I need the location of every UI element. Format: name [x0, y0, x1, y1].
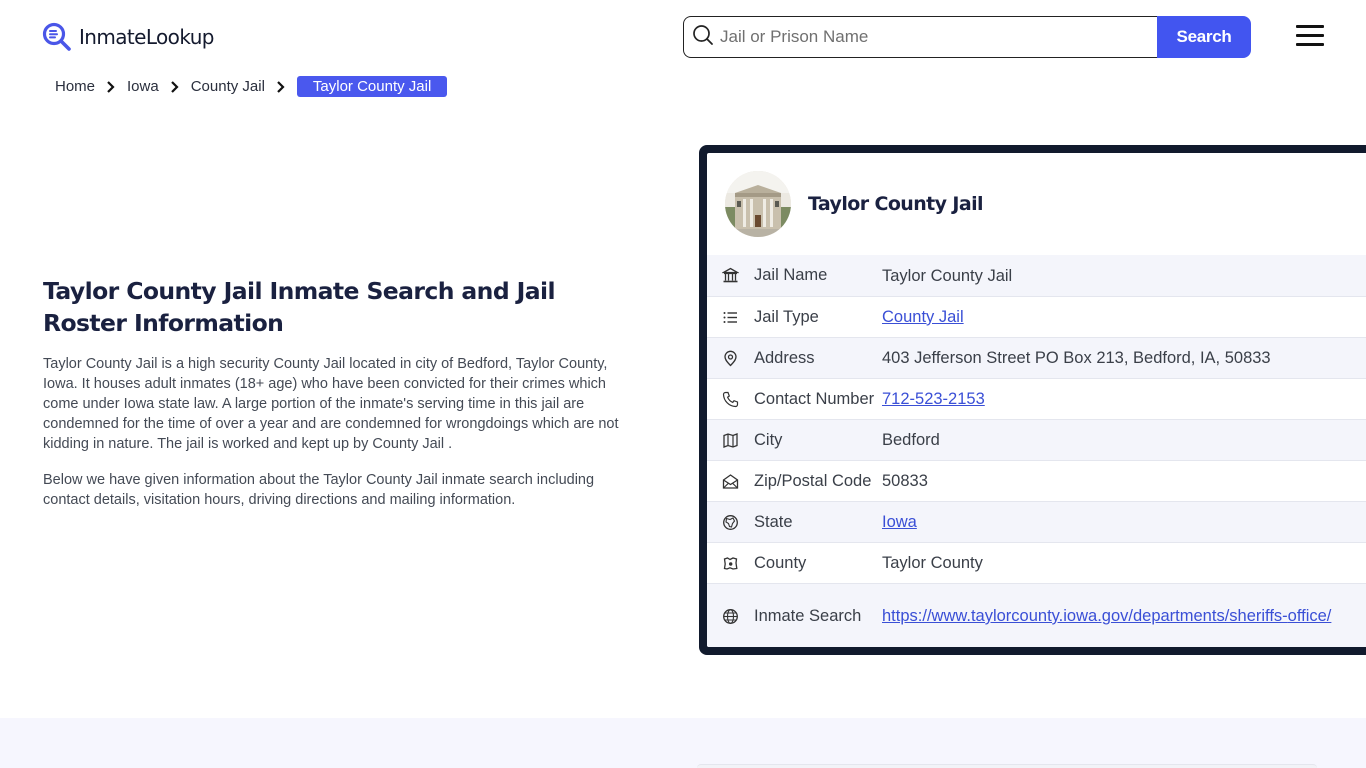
- row-label: City: [754, 430, 783, 449]
- row-label: Inmate Search: [754, 606, 862, 625]
- next-section-background: [0, 718, 1366, 768]
- info-table: Jail Name Taylor County Jail Jail Type C…: [707, 255, 1366, 647]
- breadcrumb-jail-type[interactable]: County Jail: [191, 78, 265, 95]
- description-paragraph: Below we have given information about th…: [43, 472, 595, 508]
- info-row-jail-type: Jail Type County Jail: [707, 296, 1366, 337]
- info-row-jail-name: Jail Name Taylor County Jail: [707, 255, 1366, 296]
- phone-icon: [707, 391, 754, 408]
- mail-open-icon: [707, 473, 754, 490]
- card-title: Taylor County Jail: [808, 193, 984, 215]
- state-globe-icon: [707, 514, 754, 531]
- chevron-right-icon: [170, 80, 179, 93]
- row-label: Contact Number: [754, 389, 875, 408]
- row-value: Bedford: [882, 431, 940, 449]
- info-row-inmate-search: Inmate Search https://www.taylorcounty.i…: [707, 583, 1366, 647]
- breadcrumb-current: Taylor County Jail: [296, 76, 448, 97]
- row-label: Zip/Postal Code: [754, 471, 872, 490]
- logo-link[interactable]: InmateLookup: [42, 22, 214, 52]
- inmate-search-link[interactable]: https://www.taylorcounty.iowa.gov/depart…: [882, 607, 1331, 625]
- jail-photo: [725, 171, 791, 237]
- jail-info-card: Taylor County Jail Jail Name Taylor Coun…: [699, 145, 1366, 655]
- search-form: Search: [683, 16, 1251, 58]
- info-row-city: City Bedford: [707, 419, 1366, 460]
- logo-magnifier-icon: [42, 22, 72, 52]
- row-value: Taylor County Jail: [882, 266, 1013, 285]
- logo-text: InmateLookup: [79, 25, 214, 49]
- row-value: Taylor County: [882, 554, 983, 572]
- row-value: County Jail: [882, 305, 1366, 329]
- card-body: Taylor County Jail Jail Name Taylor Coun…: [707, 153, 1366, 647]
- row-label: Jail Name: [754, 266, 828, 284]
- menu-bar: [1296, 34, 1324, 37]
- page-title: Taylor County Jail Inmate Search and Jai…: [43, 277, 556, 337]
- card-header: Taylor County Jail: [707, 153, 1366, 255]
- list-icon: [707, 309, 754, 326]
- row-label: Jail Type: [754, 307, 819, 326]
- county-map-icon: [707, 555, 754, 572]
- search-button[interactable]: Search: [1157, 16, 1251, 58]
- row-value: 50833: [882, 472, 928, 490]
- menu-bar: [1296, 25, 1324, 28]
- info-row-contact-number: Contact Number 712-523-2153: [707, 378, 1366, 419]
- chevron-right-icon: [277, 80, 285, 93]
- hamburger-menu-button[interactable]: [1296, 25, 1324, 49]
- row-label: Address: [754, 348, 815, 367]
- menu-bar: [1296, 43, 1324, 46]
- state-link[interactable]: Iowa: [882, 513, 917, 531]
- map-pin-icon: [707, 350, 754, 367]
- chevron-right-icon: [107, 80, 115, 93]
- info-row-zip: Zip/Postal Code 50833: [707, 460, 1366, 501]
- search-input[interactable]: [720, 27, 1120, 47]
- phone-link[interactable]: 712-523-2153: [882, 390, 985, 408]
- jail-type-link[interactable]: County Jail: [882, 308, 964, 326]
- row-value: 712-523-2153: [882, 387, 1366, 411]
- breadcrumb: Home Iowa County Jail Taylor County Jail: [55, 76, 448, 97]
- globe-icon: [707, 608, 754, 625]
- building-columns-icon: [707, 267, 754, 284]
- info-row-county: County Taylor County: [707, 542, 1366, 583]
- map-icon: [707, 432, 754, 449]
- search-icon: [692, 24, 714, 51]
- description-paragraph: Taylor County Jail is a high security Co…: [43, 356, 619, 452]
- row-label: County: [754, 553, 807, 572]
- breadcrumb-state[interactable]: Iowa: [127, 78, 159, 95]
- row-value: Iowa: [882, 510, 1366, 534]
- info-row-state: State Iowa: [707, 501, 1366, 542]
- search-field[interactable]: [683, 16, 1157, 58]
- row-value: https://www.taylorcounty.iowa.gov/depart…: [882, 604, 1366, 628]
- row-label: State: [754, 512, 793, 531]
- breadcrumb-home[interactable]: Home: [55, 78, 95, 95]
- row-value: 403 Jefferson Street PO Box 213, Bedford…: [882, 349, 1271, 367]
- info-row-address: Address 403 Jefferson Street PO Box 213,…: [707, 337, 1366, 378]
- next-section-card-edge: [697, 764, 1317, 768]
